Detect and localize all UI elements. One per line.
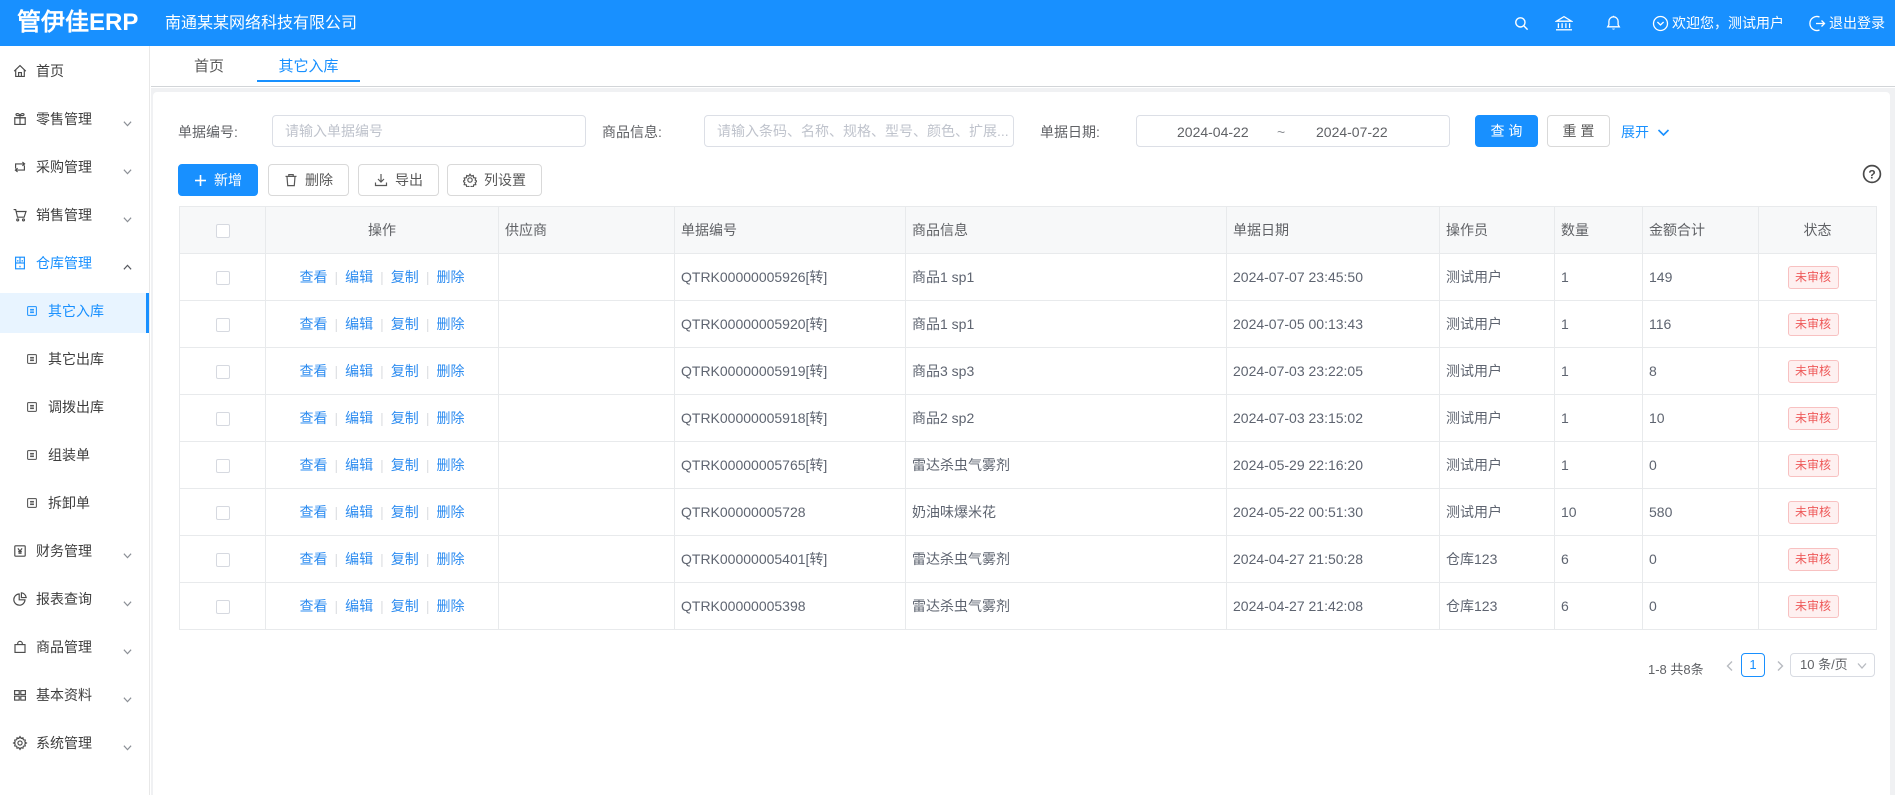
svg-text:?: ?: [1868, 167, 1875, 181]
